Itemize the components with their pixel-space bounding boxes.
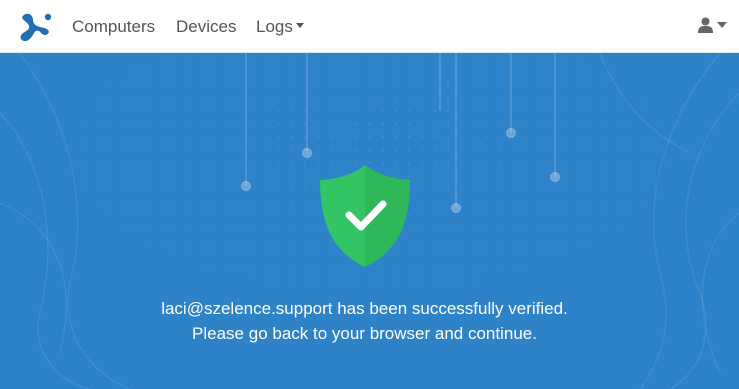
nav-logs-label: Logs	[256, 17, 293, 36]
splashtop-logo-icon[interactable]	[15, 9, 55, 45]
verification-message: laci@szelence.support has been successfu…	[161, 299, 568, 318]
top-navbar: Computers Devices Logs	[0, 0, 739, 53]
chevron-down-icon	[717, 21, 727, 28]
user-icon	[697, 17, 713, 33]
nav-logs-dropdown[interactable]: Logs	[256, 17, 304, 37]
nav-computers-link[interactable]: Computers	[72, 17, 155, 37]
shield-check-icon	[320, 165, 410, 267]
instruction-message: Please go back to your browser and conti…	[192, 324, 537, 343]
verification-panel: laci@szelence.support has been successfu…	[0, 53, 739, 389]
chevron-down-icon	[295, 23, 304, 29]
user-menu-dropdown[interactable]	[697, 16, 727, 36]
nav-devices-link[interactable]: Devices	[176, 17, 236, 37]
